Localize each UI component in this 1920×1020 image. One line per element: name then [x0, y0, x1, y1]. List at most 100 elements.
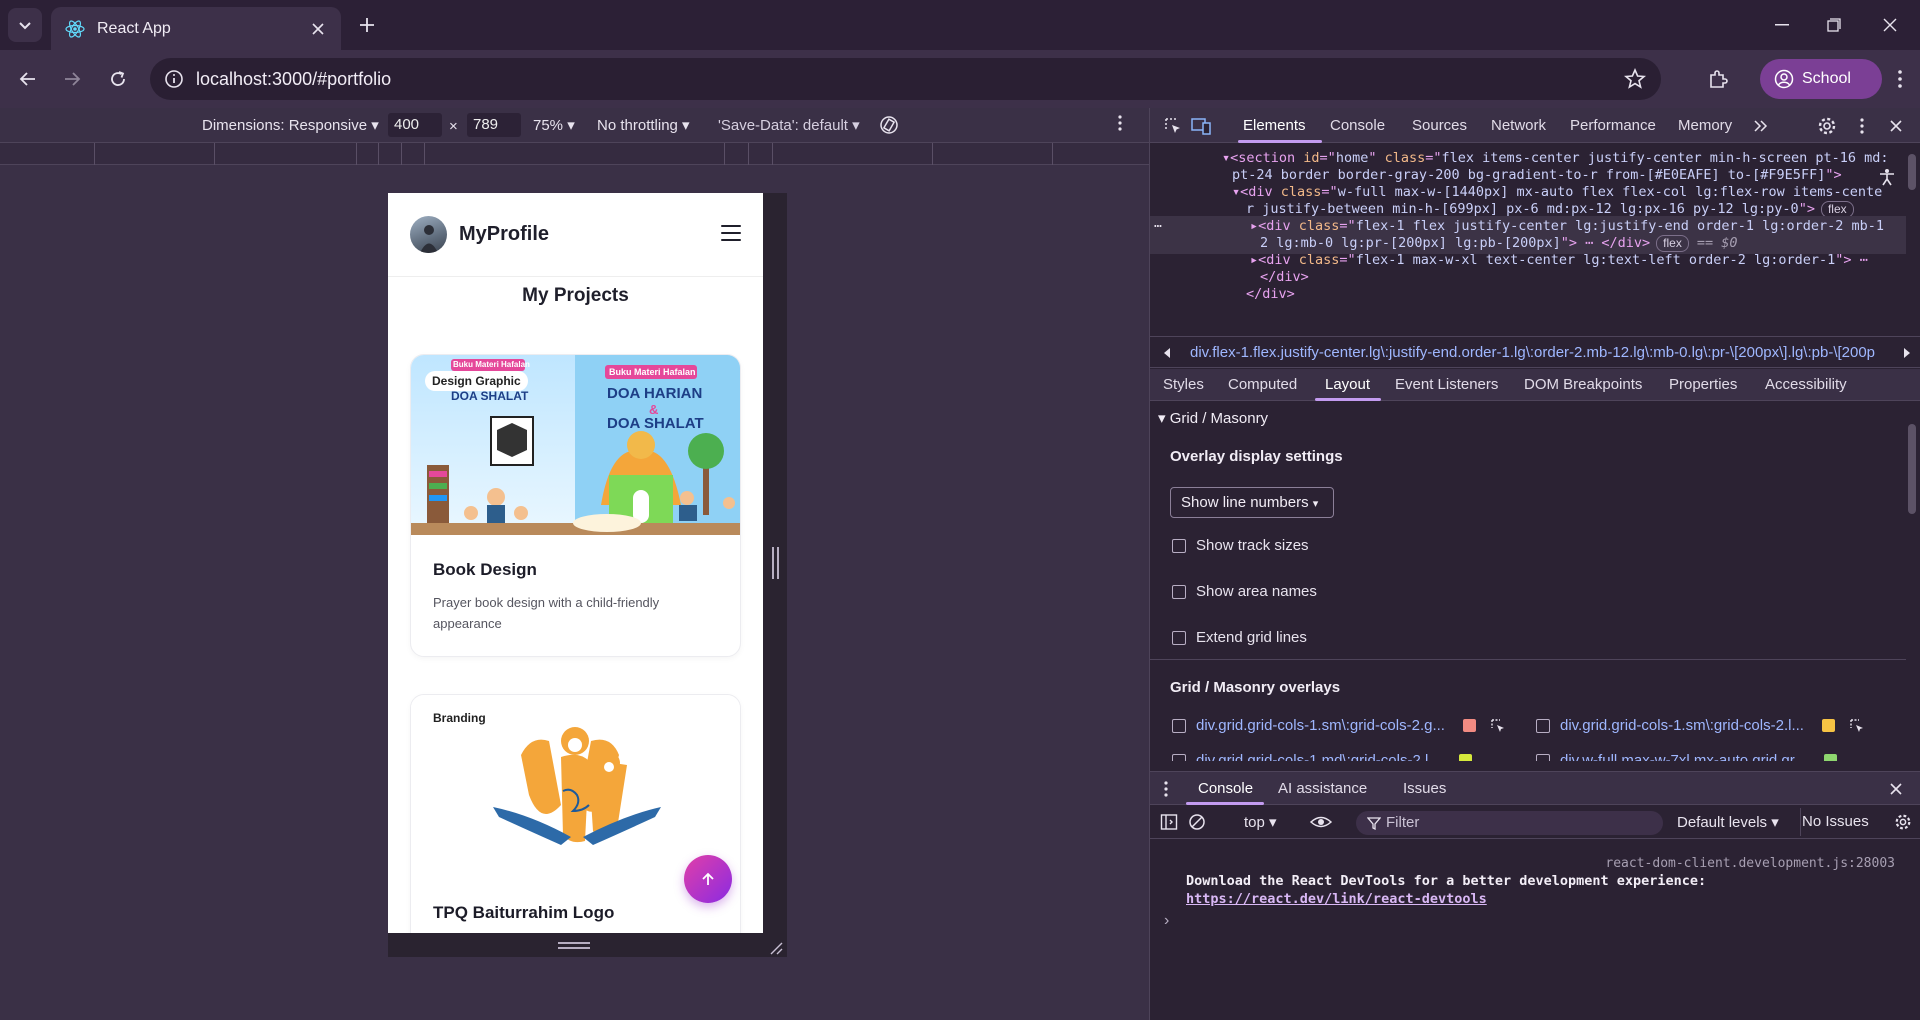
- settings-gear-icon[interactable]: [1816, 115, 1838, 137]
- bottom-resize-handle[interactable]: [558, 942, 590, 949]
- log-levels-dropdown[interactable]: Default levels ▾: [1677, 813, 1779, 831]
- rotate-icon[interactable]: [878, 114, 900, 140]
- overlay-color-swatch[interactable]: [1462, 719, 1476, 732]
- grid-section-header[interactable]: ▾ Grid / Masonry: [1158, 409, 1268, 427]
- forward-arrow-icon[interactable]: [54, 61, 90, 97]
- drawer-tab-issues[interactable]: Issues: [1403, 780, 1446, 797]
- close-drawer-icon[interactable]: [1890, 782, 1902, 800]
- message-source-link[interactable]: react-dom-client.development.js:28003: [1605, 856, 1895, 871]
- profile-button[interactable]: School: [1760, 59, 1882, 99]
- elements-tree[interactable]: ▾<section id="home" class="flex items-ce…: [1150, 144, 1906, 332]
- browser-tab[interactable]: React App: [51, 7, 341, 50]
- project-card[interactable]: Buku Materi Hafalan DOA SHALAT Buku Mate…: [410, 354, 741, 657]
- line-numbers-select[interactable]: Show line numbers ▾: [1170, 487, 1334, 518]
- tab-computed[interactable]: Computed: [1228, 376, 1297, 393]
- overlay-color-swatch[interactable]: [1821, 719, 1835, 732]
- right-resize-handle[interactable]: [772, 547, 779, 579]
- overlay-color-swatch[interactable]: [1458, 754, 1472, 761]
- tab-elements[interactable]: Elements: [1243, 117, 1306, 134]
- site-info-icon[interactable]: [162, 67, 186, 91]
- ruler-tick: [356, 143, 357, 165]
- active-tab-indicator: [1238, 140, 1322, 143]
- browser-menu-icon[interactable]: [1890, 64, 1910, 94]
- tab-accessibility[interactable]: Accessibility: [1765, 376, 1847, 393]
- devtools-menu-icon[interactable]: [1851, 115, 1873, 137]
- extensions-icon[interactable]: [1700, 61, 1736, 97]
- site-brand[interactable]: MyProfile: [459, 223, 549, 246]
- node-actions-ellipsis[interactable]: …: [1154, 216, 1162, 231]
- console-toolbar: top ▾ Filter Default levels ▾ No Issues: [1150, 806, 1920, 839]
- new-tab-icon[interactable]: [352, 10, 382, 40]
- overlay-label: div.grid.grid-cols-1.md\:grid-cols-2.l..…: [1196, 752, 1441, 761]
- devtools-link[interactable]: https://react.dev/link/react-devtools: [1186, 891, 1487, 907]
- grid-overlay-item[interactable]: div.grid.grid-cols-1.md\:grid-cols-2.l..…: [1172, 752, 1472, 761]
- track-sizes-checkbox[interactable]: Show track sizes: [1172, 537, 1309, 554]
- dom-node-line[interactable]: </div>: [1150, 284, 1906, 305]
- project-title: TPQ Baiturrahim Logo: [433, 903, 615, 922]
- grid-overlay-item[interactable]: div.grid.grid-cols-1.sm\:grid-cols-2.g..…: [1172, 717, 1506, 734]
- drawer-menu-icon[interactable]: [1164, 781, 1168, 802]
- tab-dom-breakpoints[interactable]: DOM Breakpoints: [1524, 376, 1642, 393]
- issues-count[interactable]: No Issues: [1802, 813, 1869, 830]
- throttling-dropdown[interactable]: No throttling ▾: [597, 116, 690, 134]
- drawer-tab-ai-assistance[interactable]: AI assistance: [1278, 780, 1367, 797]
- overlay-color-swatch[interactable]: [1824, 754, 1838, 761]
- tab-sources[interactable]: Sources: [1412, 117, 1467, 134]
- sidebar-toggle-icon[interactable]: [1160, 813, 1178, 836]
- inspect-element-icon[interactable]: [1162, 115, 1184, 137]
- hamburger-menu-icon[interactable]: [721, 225, 741, 243]
- highlight-node-icon[interactable]: [1849, 718, 1865, 734]
- crumb-left-arrow-icon[interactable]: [1162, 346, 1172, 364]
- layout-scrollbar[interactable]: [1908, 424, 1916, 514]
- address-bar[interactable]: localhost:3000/#portfolio: [150, 58, 1661, 100]
- console-settings-icon[interactable]: [1894, 813, 1912, 836]
- window-close-icon[interactable]: [1860, 0, 1920, 50]
- scroll-to-top-button[interactable]: [684, 855, 732, 903]
- checkbox-label: Show area names: [1196, 583, 1317, 600]
- avatar[interactable]: [410, 216, 447, 253]
- elements-scrollbar[interactable]: [1908, 154, 1916, 190]
- area-names-checkbox[interactable]: Show area names: [1172, 583, 1317, 600]
- media-query-ruler[interactable]: [0, 143, 1149, 165]
- extend-lines-checkbox[interactable]: Extend grid lines: [1172, 629, 1307, 646]
- device-frame: MyProfile My Projects Buku Materi Hafala…: [388, 193, 787, 957]
- dimensions-dropdown[interactable]: Dimensions: Responsive ▾: [202, 116, 379, 134]
- breadcrumb-text[interactable]: div.flex-1.flex.justify-center.lg\:justi…: [1190, 344, 1880, 361]
- crumb-right-arrow-icon[interactable]: [1902, 346, 1912, 364]
- tab-properties[interactable]: Properties: [1669, 376, 1737, 393]
- more-tabs-icon[interactable]: [1750, 115, 1772, 137]
- highlight-node-icon[interactable]: [1490, 718, 1506, 734]
- reload-icon[interactable]: [100, 61, 136, 97]
- tab-search-button[interactable]: [8, 8, 42, 42]
- grid-overlay-item[interactable]: div.grid.grid-cols-1.sm\:grid-cols-2.l..…: [1536, 717, 1865, 734]
- tab-performance[interactable]: Performance: [1570, 117, 1656, 134]
- height-input[interactable]: 789: [467, 113, 521, 137]
- clear-console-icon[interactable]: [1188, 813, 1206, 836]
- close-tab-icon[interactable]: [305, 16, 331, 42]
- restore-icon[interactable]: [1804, 0, 1864, 50]
- minimize-icon[interactable]: [1752, 0, 1812, 50]
- accessibility-icon[interactable]: [1878, 168, 1896, 191]
- back-arrow-icon[interactable]: [10, 61, 46, 97]
- tab-console[interactable]: Console: [1330, 117, 1385, 134]
- tab-styles[interactable]: Styles: [1163, 376, 1204, 393]
- url-text[interactable]: localhost:3000/#portfolio: [196, 69, 391, 90]
- grid-overlay-item[interactable]: div.w-full.max-w-7xl.mx-auto.grid.gr...: [1536, 752, 1838, 761]
- save-data-dropdown[interactable]: 'Save-Data': default ▾: [718, 116, 860, 134]
- close-devtools-icon[interactable]: [1885, 115, 1907, 137]
- width-input[interactable]: 400: [388, 113, 442, 137]
- device-toggle-icon[interactable]: [1190, 115, 1212, 137]
- tab-event-listeners[interactable]: Event Listeners: [1395, 376, 1498, 393]
- device-toolbar-menu-icon[interactable]: [1118, 115, 1122, 135]
- bookmark-star-icon[interactable]: [1623, 67, 1647, 91]
- tab-layout[interactable]: Layout: [1325, 376, 1370, 393]
- corner-resize-icon[interactable]: [769, 941, 783, 955]
- console-filter-input[interactable]: Filter: [1356, 811, 1663, 835]
- console-prompt[interactable]: ›: [1164, 912, 1169, 930]
- tab-memory[interactable]: Memory: [1678, 117, 1732, 134]
- live-expression-eye-icon[interactable]: [1309, 813, 1333, 836]
- context-dropdown[interactable]: top ▾: [1244, 813, 1277, 831]
- drawer-tab-console[interactable]: Console: [1198, 780, 1253, 797]
- zoom-dropdown[interactable]: 75% ▾: [533, 116, 575, 134]
- tab-network[interactable]: Network: [1491, 117, 1546, 134]
